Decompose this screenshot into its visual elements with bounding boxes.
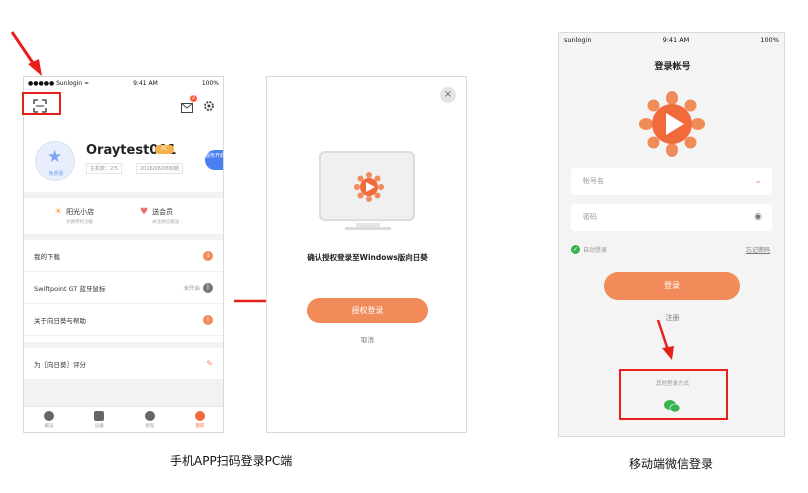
close-button[interactable]: ×	[440, 87, 456, 103]
tab-label: 设备	[94, 424, 104, 429]
forgot-password-link[interactable]: 忘记密码	[746, 245, 770, 254]
auto-login-label: 自动登录	[583, 247, 608, 254]
battery-text: 100%	[201, 79, 219, 87]
password-placeholder: 密码	[583, 213, 597, 221]
time-text: 9:41 AM	[662, 36, 690, 44]
confirm-text: 确认授权登录至Windows版向日葵	[307, 253, 428, 262]
bluetooth-status: 未开启	[183, 285, 200, 292]
gear-icon[interactable]	[203, 97, 215, 111]
eye-icon[interactable]: ◉	[754, 204, 762, 231]
annotation-box-wechat	[619, 369, 728, 420]
carrier-text: ●●●●● Sunlogin ≈	[28, 79, 90, 87]
message-badge: 2	[190, 95, 197, 102]
tab-me[interactable]: 我的	[194, 407, 205, 432]
star-icon: ★	[47, 147, 63, 167]
avatar-label: 免费版	[48, 171, 64, 177]
authorize-login-button[interactable]: 授权登录	[307, 298, 428, 323]
list-item-label: 为［向日葵］评分	[34, 360, 86, 369]
monitor-illustration	[319, 151, 415, 221]
auth-dialog: × 确认授权登录至Windows版向日葵 授权登录 取消	[266, 76, 467, 433]
annotation-arrow-wechat	[656, 319, 674, 360]
cancel-link[interactable]: 取消	[267, 334, 468, 344]
page-title: 登录帐号	[654, 62, 691, 72]
download-icon: ↓	[203, 250, 213, 261]
monitor-base	[345, 227, 391, 230]
account-placeholder: 帐号名	[583, 177, 604, 185]
sunflower-logo	[639, 91, 705, 157]
image-icon	[94, 411, 105, 421]
password-field[interactable]: 密码 ◉	[571, 204, 772, 231]
time-text: 9:41 AM	[133, 79, 158, 87]
list-item-bluetooth-mouse[interactable]: Swiftpoint GT 蓝牙鼠标 未开启 ᛒ	[24, 272, 223, 304]
annotation-arrow-scan	[10, 31, 42, 76]
sun-icon: ☀	[54, 207, 63, 217]
check-icon: ✓	[571, 245, 580, 254]
chevron-down-icon[interactable]: ⌄	[754, 168, 762, 195]
menu-list: 我的下载 ↓ Swiftpoint GT 蓝牙鼠标 未开启 ᛒ 关于向日葵与帮助 …	[24, 240, 223, 380]
shop-subtitle: 关注微信赠送	[152, 220, 180, 225]
shop-title: 阳光小店	[66, 208, 95, 216]
caption-right: 移动端微信登录	[629, 457, 714, 471]
tab-overview[interactable]: 概览	[44, 407, 55, 432]
list-item-about[interactable]: 关于向日葵与帮助 i	[24, 304, 223, 336]
app-profile-screen: ●●●●● Sunlogin ≈ 9:41 AM 100% 2 ★ 免费版 Or…	[23, 76, 224, 433]
list-item-downloads[interactable]: 我的下载 ↓	[24, 240, 223, 272]
tab-label: 发现	[145, 424, 155, 429]
tab-bar: 概览 设备 发现 我的	[24, 406, 223, 432]
battery-text: 100%	[760, 36, 779, 44]
edit-icon: ✎	[206, 359, 213, 368]
shop-title: 送会员	[152, 208, 174, 216]
bluetooth-icon: ᛒ	[203, 282, 213, 293]
annotation-box-scan	[22, 92, 61, 115]
pc-tag: PC	[155, 145, 174, 154]
caption-left: 手机APP扫码登录PC端	[170, 454, 293, 468]
heart-icon: ♥	[140, 207, 149, 217]
service-tab[interactable]: 服务开启	[205, 150, 223, 170]
host-count: 主机数：2/5	[86, 163, 123, 174]
avatar[interactable]: ★ 免费版	[35, 141, 75, 181]
status-bar: sunlogin 9:41 AM 100%	[559, 33, 784, 47]
sunflower-logo	[354, 172, 384, 202]
account-field[interactable]: 帐号名 ⌄	[571, 168, 772, 195]
tab-label: 我的	[195, 424, 205, 429]
shop-subtitle: 兑换特权功能	[66, 220, 94, 225]
tab-discover[interactable]: 发现	[144, 407, 155, 432]
person-icon	[194, 411, 205, 421]
auto-login-toggle[interactable]: ✓ 自动登录	[571, 245, 607, 254]
tab-devices[interactable]: 设备	[94, 407, 105, 432]
login-button[interactable]: 登录	[604, 272, 740, 300]
shop-item-vip[interactable]: ♥ 送会员 关注微信赠送	[140, 207, 179, 225]
list-item-rate[interactable]: 为［向日葵］评分 ✎	[24, 342, 223, 380]
shop-item-sun[interactable]: ☀ 阳光小店 兑换特权功能	[54, 207, 94, 225]
shop-row: ☀ 阳光小店 兑换特权功能 ♥ 送会员 关注微信赠送	[24, 198, 223, 234]
carrier-text: sunlogin	[564, 36, 592, 44]
list-item-label: Swiftpoint GT 蓝牙鼠标	[34, 284, 106, 293]
status-bar: ●●●●● Sunlogin ≈ 9:41 AM 100%	[24, 77, 223, 89]
tab-label: 概览	[44, 424, 54, 429]
info-icon: i	[203, 314, 213, 325]
list-item-label: 我的下载	[34, 252, 60, 261]
compass-icon	[144, 411, 155, 421]
clock-icon	[44, 411, 55, 421]
list-item-label: 关于向日葵与帮助	[34, 316, 86, 325]
expire-date: 2016/08/08到期	[136, 163, 183, 174]
